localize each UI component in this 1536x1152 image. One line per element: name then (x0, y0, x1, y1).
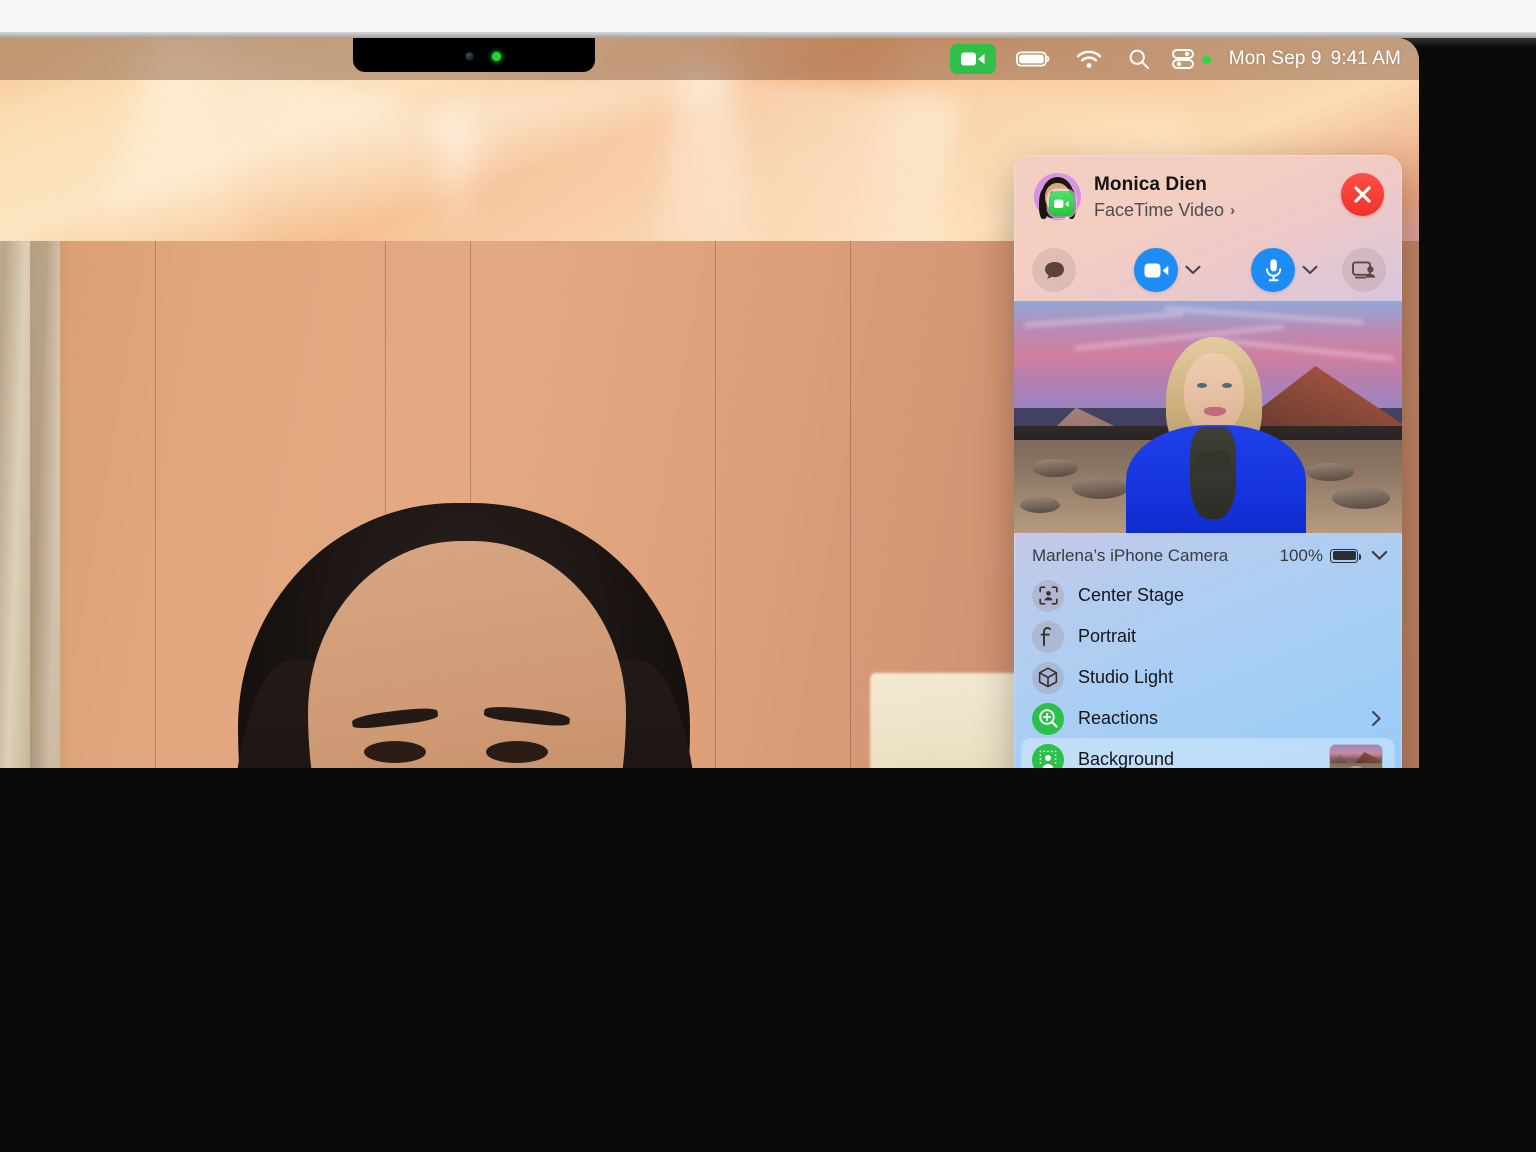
background-thumbnail[interactable] (1330, 744, 1382, 768)
camera-source-label: Marlena’s iPhone Camera (1032, 545, 1229, 565)
call-type-label: FaceTime Video (1094, 200, 1225, 220)
caller-name: Monica Dien (1094, 174, 1208, 195)
reactions-icon (1032, 702, 1064, 735)
video-effects-list: Center Stage Portrait Studio Light React… (1014, 575, 1402, 768)
facetime-badge-icon (1049, 191, 1074, 216)
effect-row-center-stage[interactable]: Center Stage (1022, 575, 1394, 616)
battery-icon[interactable] (1015, 38, 1050, 80)
menu-bar-clock[interactable]: Mon Sep 9 9:41 AM (1229, 48, 1401, 70)
camera-active-led (492, 52, 501, 61)
facetime-active-icon[interactable] (949, 44, 996, 74)
background-icon (1032, 743, 1064, 768)
control-center-icon[interactable] (1171, 38, 1194, 80)
self-view-video[interactable] (1014, 301, 1402, 533)
camera-button[interactable] (1134, 248, 1178, 292)
call-type-row[interactable]: FaceTime Video › (1094, 200, 1235, 221)
effect-row-portrait[interactable]: Portrait (1022, 616, 1394, 657)
effect-label: Center Stage (1078, 585, 1185, 605)
effect-label: Background (1078, 749, 1175, 768)
menu-bar-time: 9:41 AM (1330, 48, 1401, 69)
effect-row-studio-light[interactable]: Studio Light (1022, 657, 1394, 698)
popup-header: Monica Dien FaceTime Video › (1014, 155, 1402, 239)
center-stage-icon (1032, 579, 1064, 612)
camera-battery-icon (1330, 548, 1361, 563)
messages-button[interactable] (1032, 248, 1076, 292)
effect-label: Reactions (1078, 708, 1159, 728)
microphone-button[interactable] (1251, 248, 1295, 292)
studio-light-icon (1032, 661, 1064, 694)
call-controls-row (1014, 240, 1402, 300)
effect-label: Studio Light (1078, 667, 1174, 687)
camera-notch (353, 38, 595, 72)
camera-battery-percent: 100% (1279, 545, 1323, 565)
menu-bar-date: Mon Sep 9 (1228, 48, 1322, 69)
recording-indicator-dot (1201, 54, 1211, 64)
menu-bar: Mon Sep 9 9:41 AM (0, 38, 1419, 80)
camera-source-row[interactable]: Marlena’s iPhone Camera 100% (1014, 533, 1402, 578)
facetime-call-popup[interactable]: Monica Dien FaceTime Video › Marlena’s i… (1014, 155, 1402, 768)
screen: Mon Sep 9 9:41 AM Monica Dien FaceTime V… (0, 38, 1419, 768)
share-screen-button[interactable] (1342, 248, 1386, 292)
microphone-options-button[interactable] (1302, 265, 1318, 275)
end-call-button[interactable] (1341, 173, 1384, 216)
effect-label: Portrait (1078, 626, 1137, 646)
chevron-right-icon: › (1230, 202, 1236, 219)
effect-row-background[interactable]: Background (1022, 739, 1394, 768)
camera-source-chevron-down-icon[interactable] (1371, 550, 1388, 561)
wifi-icon[interactable] (1076, 38, 1102, 80)
search-icon[interactable] (1128, 38, 1150, 80)
effect-row-reactions[interactable]: Reactions (1022, 698, 1394, 739)
chevron-right-icon[interactable] (1371, 710, 1382, 727)
camera-options-button[interactable] (1185, 265, 1201, 275)
webcam-icon (465, 52, 474, 61)
portrait-icon (1032, 620, 1064, 653)
